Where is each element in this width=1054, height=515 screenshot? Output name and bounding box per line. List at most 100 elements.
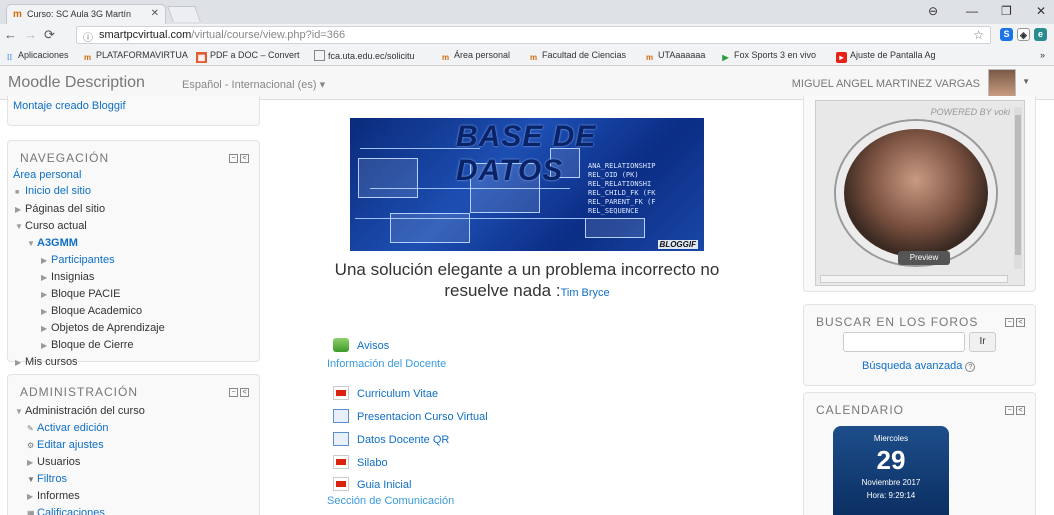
vpn-extension-icon[interactable]: e (1034, 28, 1047, 41)
nav-item-objetos[interactable]: ▶ Objetos de Aprendizaje (13, 320, 165, 337)
collapsed-arrow-icon: ▶ (41, 341, 48, 350)
administration-block: ADMINISTRACIÓN − < ▼ Administración del cu… (7, 374, 260, 515)
close-tab-icon[interactable]: ✕ (151, 8, 159, 19)
new-tab-button[interactable] (167, 6, 201, 22)
activity-datos-qr[interactable]: Datos Docente QR (333, 432, 449, 446)
forum-search-heading: BUSCAR EN LOS FOROS (816, 315, 979, 329)
bookmark-uta[interactable]: m UTAaaaaaa (644, 50, 705, 63)
dock-block-icon[interactable]: < (240, 154, 249, 163)
bookmark-fox[interactable]: ▶ Fox Sports 3 en vivo (720, 50, 816, 63)
tab-title: Curso: SC Aula 3G Martín (27, 9, 132, 19)
language-selector[interactable]: Español - Internacional (es) ▾ (182, 78, 325, 91)
play-icon: ▶ (722, 53, 729, 62)
dock-block-icon[interactable]: < (240, 388, 249, 397)
activity-presentacion[interactable]: Presentacion Curso Virtual (333, 409, 488, 423)
nav-item-area-personal[interactable]: Área personal (13, 167, 165, 183)
back-icon[interactable]: ← (4, 27, 17, 42)
site-info-icon[interactable]: ⓘ (83, 29, 93, 44)
nav-item-paginas[interactable]: ▶ Páginas del sitio (13, 201, 165, 218)
profile-icon[interactable]: ⊖ (928, 4, 938, 18)
collapsed-arrow-icon: ▶ (41, 256, 48, 265)
bloggif-link[interactable]: Montaje creado Bloggif (13, 100, 126, 112)
url-input[interactable]: ⓘ smartpcvirtual.com/virtual/course/view… (76, 26, 991, 44)
browser-tab[interactable]: m Curso: SC Aula 3G Martín ✕ (6, 4, 166, 24)
more-bookmarks-icon[interactable]: » (1040, 50, 1045, 60)
nav-item-curso-actual[interactable]: ▼ Curso actual (13, 218, 165, 235)
admin-item-activar-edicion[interactable]: ✎ Activar edición (13, 420, 145, 437)
admin-item-usuarios[interactable]: ▶ Usuarios (13, 454, 145, 471)
block-controls[interactable]: − < (1003, 403, 1025, 415)
avatar-photo (836, 121, 996, 265)
bookmark-area-personal[interactable]: m Área personal (440, 50, 510, 63)
site-brand[interactable]: Moodle Description (8, 74, 145, 92)
horizontal-scrollbar[interactable] (820, 275, 1008, 283)
bookmark-apps[interactable]: ⁞⁞ Aplicaciones (4, 50, 69, 63)
bookmark-fca[interactable]: fca.uta.edu.ec/solicitu (314, 50, 415, 61)
minimize-icon[interactable]: — (966, 4, 978, 18)
nav-item-mis-cursos[interactable]: ▶ Mis cursos (13, 354, 165, 371)
activity-curriculum[interactable]: Curriculum Vitae (333, 386, 438, 400)
minimize-block-icon[interactable]: − (1005, 318, 1014, 327)
block-controls[interactable]: − < (227, 151, 249, 163)
bookmark-plataforma[interactable]: m PLATAFORMAVIRTUA (82, 50, 188, 63)
preview-button[interactable]: Preview (898, 251, 950, 265)
nav-item-inicio[interactable]: ■ Inicio del sitio (13, 183, 165, 201)
document-icon (333, 432, 349, 446)
forum-search-input[interactable] (843, 332, 965, 352)
admin-item-informes[interactable]: ▶ Informes (13, 488, 145, 505)
admin-item-calificaciones[interactable]: ▦ Calificaciones (13, 505, 145, 515)
nav-item-bloque-academico[interactable]: ▶ Bloque Academico (13, 303, 165, 320)
admin-item-editar-ajustes[interactable]: ⚙ Editar ajustes (13, 437, 145, 454)
help-icon[interactable]: ? (965, 362, 976, 372)
skype-extension-icon[interactable]: S (1000, 28, 1013, 41)
nav-item-bloque-cierre[interactable]: ▶ Bloque de Cierre (13, 337, 165, 354)
nav-item-insignias[interactable]: ▶ Insignias (13, 269, 165, 286)
user-menu-chevron-down-icon[interactable]: ▼ (1022, 77, 1030, 86)
admin-item-curso[interactable]: ▼ Administración del curso (13, 403, 145, 420)
quote-author-link[interactable]: Tim Bryce (561, 287, 610, 299)
collapsed-arrow-icon: ▶ (27, 492, 34, 501)
close-window-icon[interactable]: ✕ (1036, 4, 1046, 18)
forum-icon (333, 338, 349, 352)
section-comunicacion[interactable]: Sección de Comunicación (327, 495, 454, 507)
block-controls[interactable]: − < (1003, 315, 1025, 327)
reload-icon[interactable]: ⟳ (44, 27, 55, 43)
advanced-search-link[interactable]: Búsqueda avanzada? (862, 360, 976, 372)
bookmark-facultad[interactable]: m Facultad de Ciencias (528, 50, 626, 63)
moodle-icon: m (529, 53, 538, 62)
calendar-day-name: Miercoles (873, 434, 909, 443)
nav-item-a3gmm[interactable]: ▼ A3GMM (13, 235, 165, 252)
minimize-block-icon[interactable]: − (1005, 406, 1014, 415)
box-extension-icon[interactable]: ◈ (1017, 28, 1030, 41)
block-controls[interactable]: − < (227, 385, 249, 397)
filter-icon: ▼ (27, 475, 35, 484)
restore-icon[interactable]: ❐ (1001, 4, 1012, 18)
activity-avisos[interactable]: Avisos (333, 338, 389, 352)
calendar-widget: Miercoles 29 Noviembre 2017 Hora: 9:29:1… (833, 426, 949, 515)
dock-block-icon[interactable]: < (1016, 406, 1025, 415)
bookmark-pdf[interactable]: ▦ PDF a DOC – Convert (196, 50, 300, 63)
section-informacion-docente[interactable]: Información del Docente (327, 358, 446, 370)
user-name[interactable]: MIGUEL ANGEL MARTINEZ VARGAS (792, 78, 980, 90)
activity-silabo[interactable]: Silabo (333, 455, 388, 469)
minimize-block-icon[interactable]: − (229, 388, 238, 397)
bookmark-ajuste[interactable]: ▸ Ajuste de Pantalla Ag (836, 50, 936, 63)
diagram-table-box (358, 158, 418, 198)
nav-item-participantes[interactable]: ▶ Participantes (13, 252, 165, 269)
pdf-icon (333, 455, 349, 469)
address-toolbar: ← → ⟳ ⓘ smartpcvirtual.com/virtual/cours… (0, 24, 1054, 46)
minimize-block-icon[interactable]: − (229, 154, 238, 163)
bookmark-star-icon[interactable]: ☆ (973, 28, 984, 42)
moodle-icon: m (441, 53, 450, 62)
activity-guia-inicial[interactable]: Guia Inicial (333, 477, 411, 491)
admin-item-filtros[interactable]: ▼ Filtros (13, 471, 145, 488)
vertical-scrollbar[interactable] (1014, 107, 1022, 269)
user-avatar[interactable] (988, 69, 1016, 97)
collapsed-arrow-icon: ▶ (41, 307, 48, 316)
gradebook-icon: ▦ (27, 509, 35, 515)
dock-block-icon[interactable]: < (1016, 318, 1025, 327)
nav-item-bloque-pacie[interactable]: ▶ Bloque PACIE (13, 286, 165, 303)
search-go-button[interactable]: Ir (969, 332, 996, 352)
voki-avatar-widget[interactable]: POWERED BY voki Preview (815, 100, 1025, 286)
forward-icon[interactable]: → (24, 27, 37, 42)
